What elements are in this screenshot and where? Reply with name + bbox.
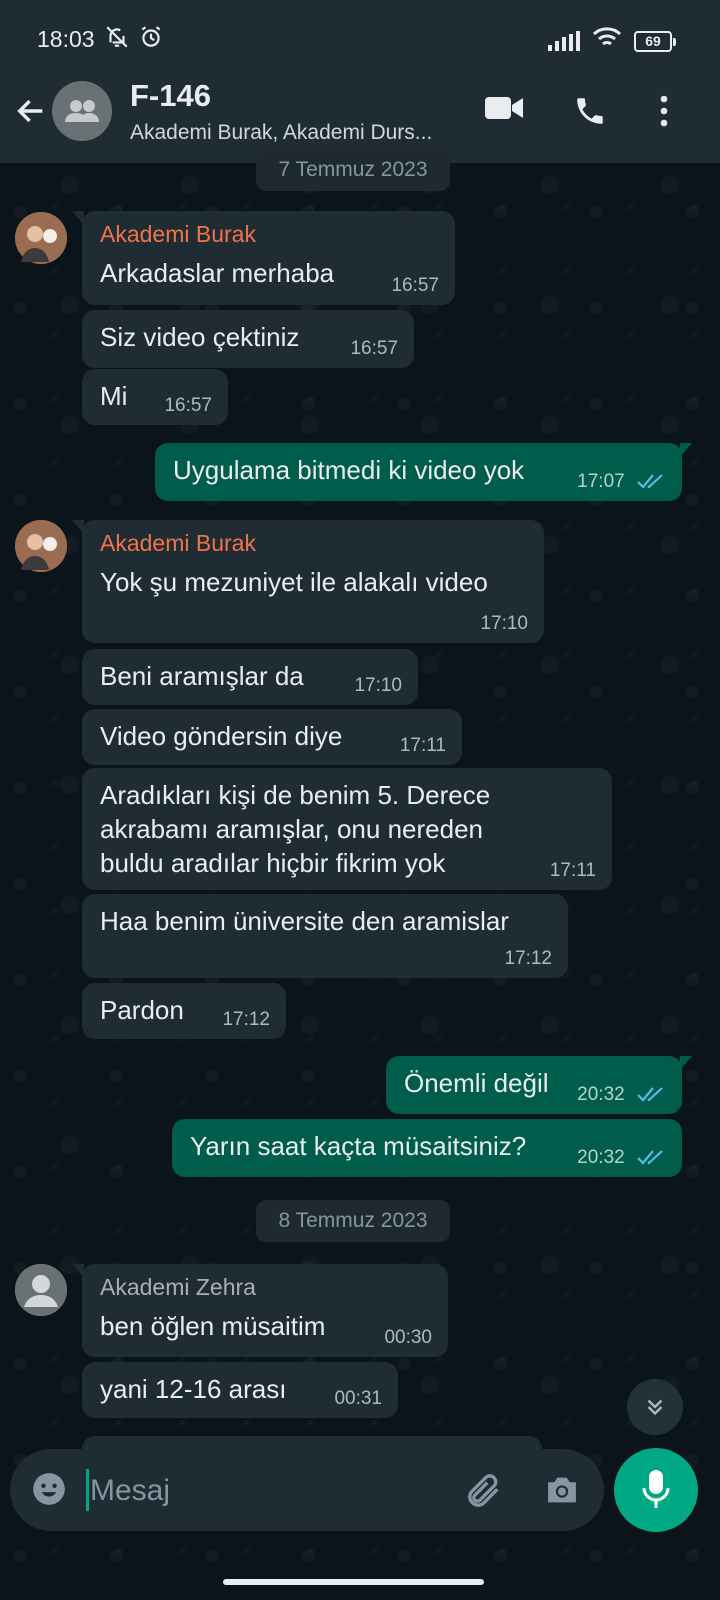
phone-icon[interactable] xyxy=(573,94,607,133)
message-bubble[interactable]: Mi 16:57 xyxy=(82,369,228,425)
message-bubble[interactable]: Beni aramışlar da 17:10 xyxy=(82,649,418,705)
message-time: 17:10 xyxy=(480,613,528,634)
message-text-line: buldu aradılar hiçbir fikrim yok xyxy=(100,848,446,878)
message-bubble[interactable]: Uygulama bitmedi ki video yok 17:07 xyxy=(155,443,692,501)
chat-screen: 18:03 69 F-146 Akademi Burak, Akademi Du… xyxy=(0,0,720,1600)
message-time: 20:32 xyxy=(577,1147,625,1168)
read-ticks-icon xyxy=(637,1150,663,1165)
camera-icon[interactable] xyxy=(543,1473,581,1512)
scroll-to-bottom-button[interactable] xyxy=(627,1379,683,1435)
chat-participants[interactable]: Akademi Burak, Akademi Durs... xyxy=(130,121,470,145)
message-bubble[interactable]: Haa benim üniversite den aramislar 17:12 xyxy=(82,894,568,978)
date-divider: 8 Temmuz 2023 xyxy=(256,1200,450,1242)
group-avatar[interactable] xyxy=(52,81,112,141)
message-time: 20:32 xyxy=(577,1084,625,1105)
bell-off-icon xyxy=(104,24,130,56)
home-indicator xyxy=(223,1579,484,1585)
voice-record-button[interactable] xyxy=(614,1448,698,1532)
message-meta: 20:32 xyxy=(577,1084,666,1106)
group-icon xyxy=(65,100,99,122)
message-time: 00:30 xyxy=(384,1327,432,1348)
message-text: Haa benim üniversite den aramislar xyxy=(100,906,509,936)
message-bubble[interactable]: Aradıkları kişi de benim 5. Derece akrab… xyxy=(82,768,612,890)
message-time: 17:12 xyxy=(222,1009,270,1030)
message-bubble[interactable]: Video göndersin diye 17:11 xyxy=(82,709,462,765)
signal-icon xyxy=(548,30,582,57)
chat-title[interactable]: F-146 xyxy=(130,78,211,114)
message-bubble[interactable]: Akademi Burak Arkadaslar merhaba 16:57 xyxy=(72,211,455,305)
message-time: 17:07 xyxy=(577,471,625,492)
default-user-icon xyxy=(15,1264,67,1316)
message-bubble[interactable]: Önemli değil 20:32 xyxy=(386,1056,692,1114)
emoji-icon[interactable] xyxy=(30,1470,68,1513)
message-text-line: Aradıkları kişi de benim 5. Derece xyxy=(100,780,491,810)
avatar[interactable] xyxy=(15,212,67,264)
message-time: 17:11 xyxy=(549,860,596,881)
message-bubble[interactable]: yani 12-16 arası 00:31 xyxy=(82,1362,398,1418)
more-vert-icon[interactable] xyxy=(652,94,676,133)
message-input[interactable] xyxy=(88,1469,442,1513)
alarm-icon xyxy=(138,24,164,56)
battery-indicator: 69 xyxy=(634,31,676,52)
message-time: 17:10 xyxy=(354,675,402,696)
message-bubble[interactable]: Akademi Burak Yok şu mezuniyet ile alaka… xyxy=(72,520,544,643)
message-time: 16:57 xyxy=(391,275,439,296)
message-time: 00:31 xyxy=(334,1388,382,1409)
message-text: Arkadaslar merhaba xyxy=(100,258,335,288)
sender-name[interactable]: Akademi Zehra xyxy=(100,1274,430,1301)
sender-name[interactable]: Akademi Burak xyxy=(100,530,526,557)
message-text: ben öğlen müsaitim xyxy=(100,1311,326,1341)
message-text-line: akrabamı aramışlar, onu nereden xyxy=(100,814,483,844)
video-call-icon[interactable] xyxy=(485,95,523,126)
read-ticks-icon xyxy=(637,474,663,489)
message-text: Yok şu mezuniyet ile alakalı video xyxy=(100,567,488,597)
message-bubble[interactable]: Pardon 17:12 xyxy=(82,983,286,1039)
status-time: 18:03 xyxy=(37,26,95,52)
message-time: 17:12 xyxy=(504,948,552,969)
mic-icon xyxy=(642,1470,670,1508)
message-bubble[interactable]: Yarın saat kaçta müsaitsiniz? 20:32 xyxy=(172,1119,682,1177)
message-time: 17:11 xyxy=(399,735,446,756)
chat-header: 18:03 69 F-146 Akademi Burak, Akademi Du… xyxy=(0,0,720,163)
message-text: Video göndersin diye xyxy=(100,721,343,751)
avatar[interactable] xyxy=(15,1264,67,1316)
read-ticks-icon xyxy=(637,1087,663,1102)
message-meta: 20:32 xyxy=(577,1147,666,1169)
message-meta: 17:07 xyxy=(577,471,666,493)
wifi-icon xyxy=(592,26,622,56)
date-divider: 7 Temmuz 2023 xyxy=(256,149,450,191)
message-time: 16:57 xyxy=(350,338,398,359)
sender-name[interactable]: Akademi Burak xyxy=(100,221,437,248)
attach-icon[interactable] xyxy=(464,1471,504,1516)
message-composer xyxy=(10,1449,604,1531)
message-bubble[interactable]: Akademi Zehra ben öğlen müsaitim 00:30 xyxy=(72,1264,448,1357)
back-arrow-icon[interactable] xyxy=(14,94,48,128)
avatar[interactable] xyxy=(15,520,67,572)
double-chevron-down-icon xyxy=(647,1399,663,1416)
message-bubble[interactable]: Siz video çektiniz 16:57 xyxy=(82,310,414,368)
partial-message-bubble xyxy=(82,1436,542,1450)
message-time: 16:57 xyxy=(164,395,212,416)
